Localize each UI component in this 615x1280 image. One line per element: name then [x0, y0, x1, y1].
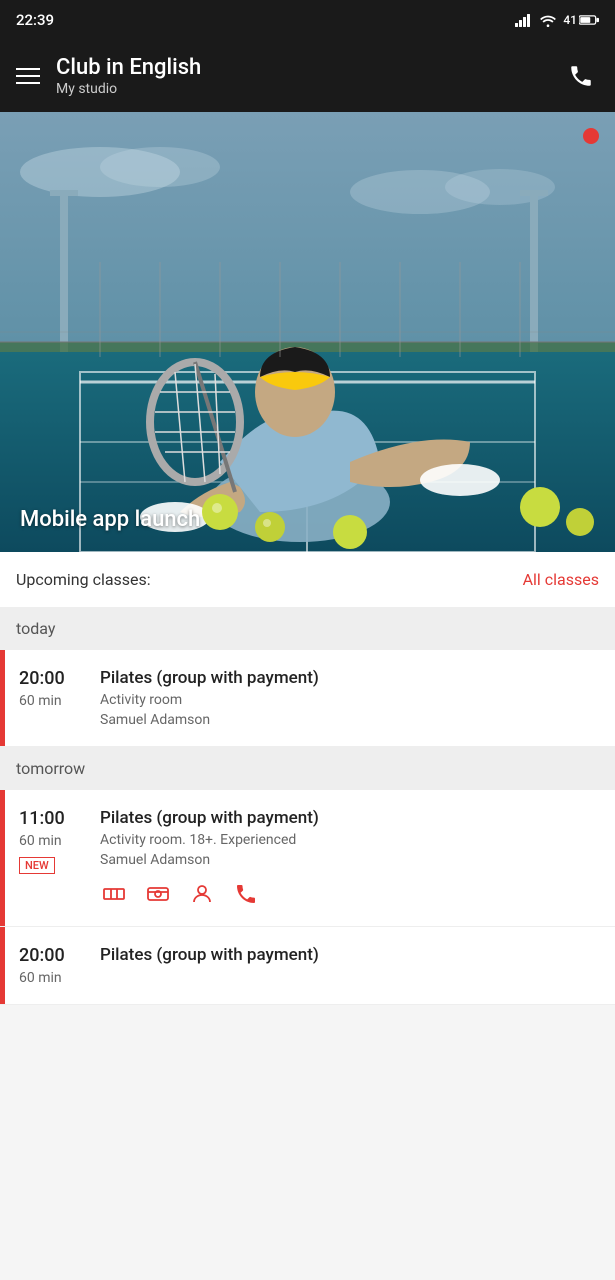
hero-caption: Mobile app launch	[20, 507, 200, 532]
payment-icon-button[interactable]	[144, 880, 172, 908]
status-bar: 22:39 41	[0, 0, 615, 40]
class-name: Pilates (group with payment)	[100, 668, 603, 688]
day-label-tomorrow: tomorrow	[16, 759, 85, 778]
phone-icon	[568, 63, 594, 89]
hero-notification-dot	[583, 128, 599, 144]
call-action-button[interactable]	[232, 880, 260, 908]
content-area: Upcoming classes: All classes today 20:0…	[0, 552, 615, 1005]
class-time: 11:00	[19, 808, 65, 829]
class-info-col: Pilates (group with payment)	[100, 927, 615, 1004]
all-classes-link[interactable]: All classes	[523, 570, 599, 589]
ticket-icon	[102, 882, 126, 906]
bookmark-icon	[190, 882, 214, 906]
class-time: 20:00	[19, 668, 65, 689]
class-time-col: 20:00 60 min	[5, 650, 100, 746]
class-card-tomorrow-2[interactable]: 20:00 60 min Pilates (group with payment…	[0, 927, 615, 1005]
class-duration: 60 min	[19, 833, 62, 849]
signal-icon	[515, 13, 533, 27]
upcoming-header: Upcoming classes: All classes	[0, 552, 615, 607]
new-badge: NEW	[19, 857, 55, 874]
class-time-col: 11:00 60 min NEW	[5, 790, 100, 926]
payment-icon	[146, 882, 170, 906]
class-actions	[100, 872, 603, 908]
app-bar-titles: Club in English My studio	[56, 55, 547, 97]
phone-action-icon	[234, 882, 258, 906]
class-room: Activity room. 18+. Experienced	[100, 832, 603, 848]
time-display: 22:39	[16, 11, 54, 29]
class-name: Pilates (group with payment)	[100, 945, 603, 965]
battery-shape	[579, 14, 599, 26]
battery-icon: 41	[563, 13, 599, 27]
class-info-col: Pilates (group with payment) Activity ro…	[100, 790, 615, 926]
class-info-col: Pilates (group with payment) Activity ro…	[100, 650, 615, 746]
class-duration: 60 min	[19, 970, 62, 986]
class-name: Pilates (group with payment)	[100, 808, 603, 828]
class-time-col: 20:00 60 min	[5, 927, 100, 1004]
ticket-icon-button[interactable]	[100, 880, 128, 908]
class-time: 20:00	[19, 945, 65, 966]
bookmark-icon-button[interactable]	[188, 880, 216, 908]
class-trainer: Samuel Adamson	[100, 712, 603, 728]
app-title: Club in English	[56, 55, 547, 81]
upcoming-label: Upcoming classes:	[16, 570, 151, 589]
day-section-today: today	[0, 607, 615, 650]
hero-section: Mobile app launch	[0, 112, 615, 552]
class-trainer: Samuel Adamson	[100, 852, 603, 868]
hero-image	[0, 112, 615, 552]
wifi-icon	[539, 13, 557, 27]
menu-button[interactable]	[16, 68, 40, 84]
app-subtitle: My studio	[56, 81, 547, 97]
class-room: Activity room	[100, 692, 603, 708]
day-section-tomorrow: tomorrow	[0, 747, 615, 790]
class-card-today-1[interactable]: 20:00 60 min Pilates (group with payment…	[0, 650, 615, 747]
day-label-today: today	[16, 619, 55, 638]
app-bar: Club in English My studio	[0, 40, 615, 112]
status-icons: 41	[515, 13, 599, 27]
call-button[interactable]	[563, 58, 599, 94]
class-card-tomorrow-1[interactable]: 11:00 60 min NEW Pilates (group with pay…	[0, 790, 615, 927]
class-duration: 60 min	[19, 693, 62, 709]
